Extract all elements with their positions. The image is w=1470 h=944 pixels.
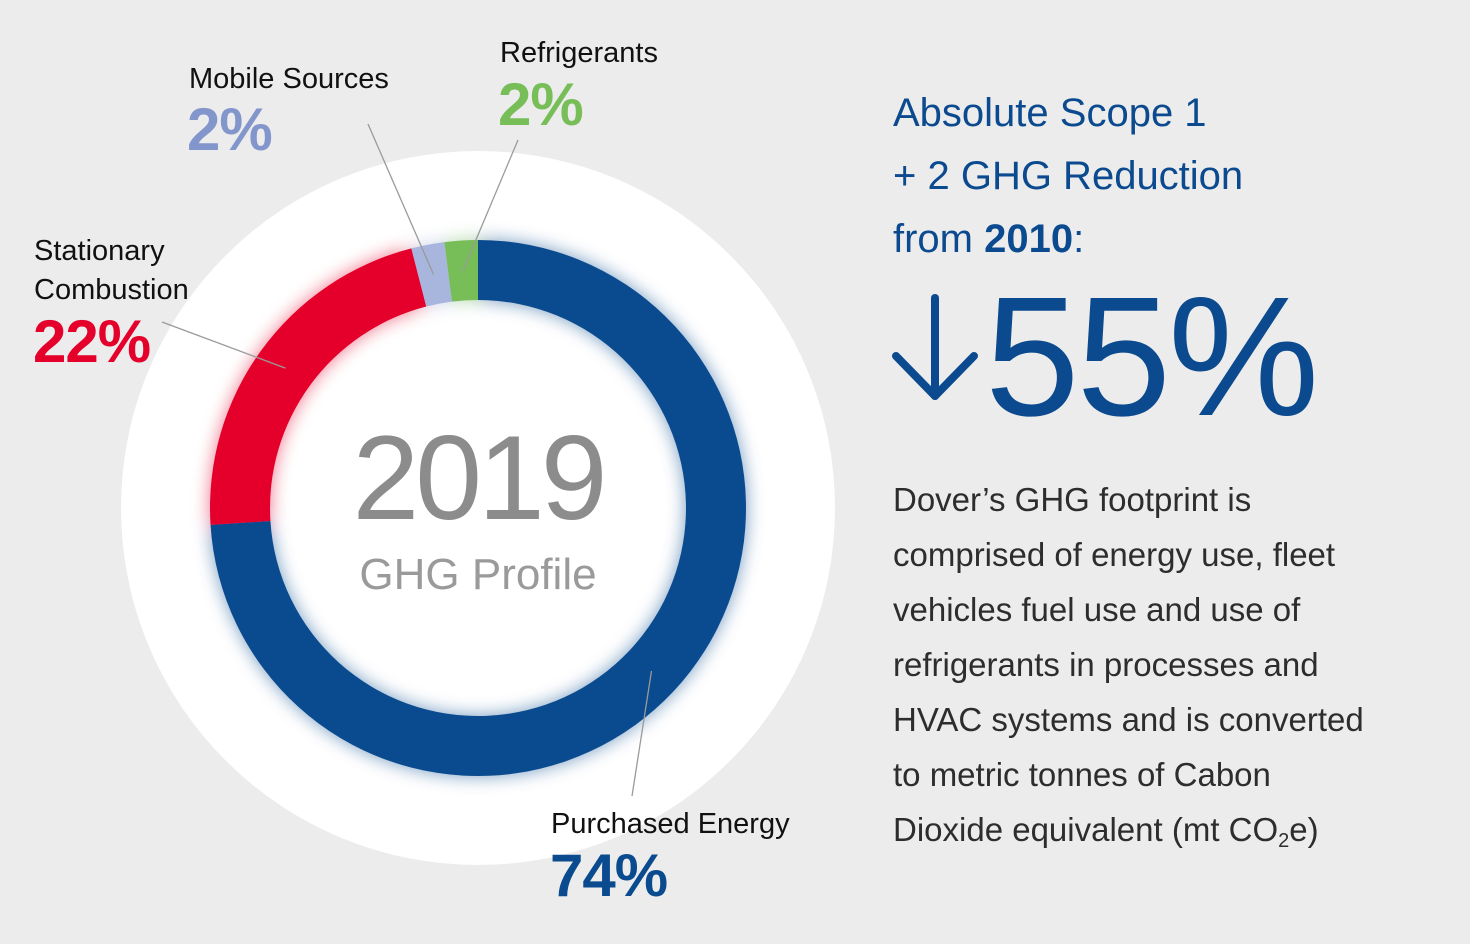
headline-line-2: + 2 GHG Reduction (893, 154, 1244, 198)
headline-year: 2010 (984, 217, 1074, 261)
pct-mobile-sources: 2% (187, 96, 273, 163)
pct-stationary-combustion: 22% (33, 308, 151, 375)
description-line-4: refrigerants in processes and (893, 646, 1319, 683)
label-refrigerants: Refrigerants (500, 37, 658, 69)
reduction-value: 55% (985, 262, 1319, 452)
description-line-3: vehicles fuel use and use of (893, 591, 1301, 628)
description-line-1: Dover’s GHG footprint is (893, 481, 1252, 518)
description-last-text: Dioxide equivalent (mt CO (893, 811, 1279, 848)
headline-line-1: Absolute Scope 1 (893, 91, 1207, 135)
description-line-5: HVAC systems and is converted (893, 701, 1364, 738)
center-year: 2019 (352, 411, 608, 545)
center-subtitle: GHG Profile (359, 550, 597, 599)
description-line-7: Dioxide equivalent (mt CO2e) (893, 802, 1319, 857)
description-last-suffix: e) (1289, 811, 1319, 848)
label-purchased-energy: Purchased Energy (551, 808, 790, 840)
ghg-infographic: 2019 GHG Profile Mobile Sources 2% Refri… (0, 0, 1470, 944)
label-stationary-combustion: Stationary Combustion (34, 235, 189, 306)
description-line-6: to metric tonnes of Cabon (893, 756, 1271, 793)
down-arrow-icon (892, 294, 978, 400)
headline-line-3: from 2010: (893, 208, 1084, 270)
label-mobile-sources: Mobile Sources (189, 63, 389, 95)
headline-colon: : (1073, 217, 1085, 261)
description-line-2: comprised of energy use, fleet (893, 536, 1336, 573)
pct-purchased-energy: 74% (550, 842, 668, 909)
description-subscript: 2 (1278, 830, 1290, 852)
headline-from: from (893, 217, 985, 261)
pct-refrigerants: 2% (498, 71, 584, 138)
